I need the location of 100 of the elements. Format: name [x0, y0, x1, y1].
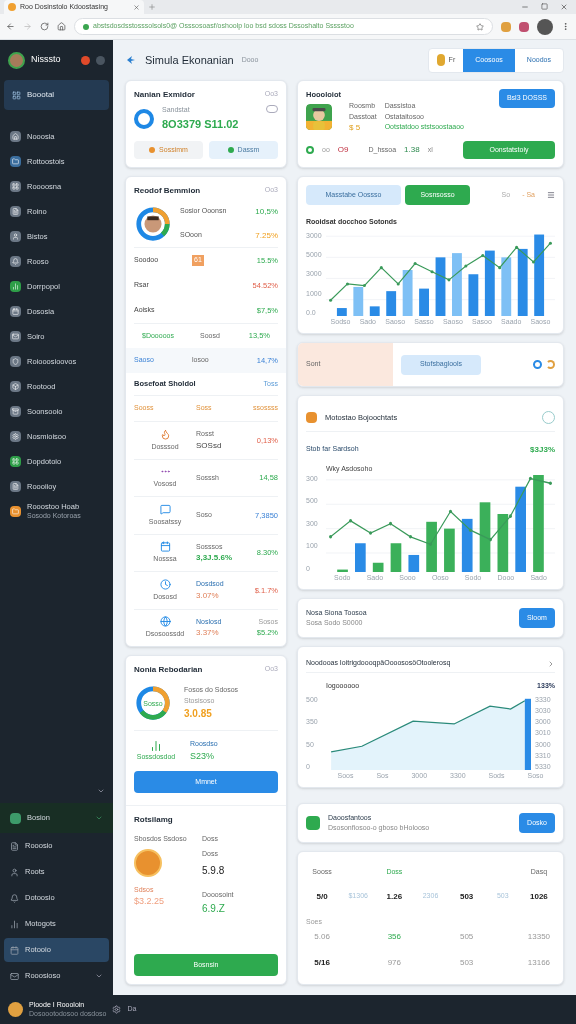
chart-bar [479, 501, 491, 572]
reload-icon[interactable] [40, 22, 49, 31]
settings-icon[interactable] [112, 1005, 122, 1014]
table-cell-text: 5/0 [315, 891, 329, 904]
table-cell-text: 1026 [529, 891, 549, 904]
stat-value: 7.25% [255, 230, 278, 242]
stat-value: 6.9.Z [202, 901, 226, 916]
chart-bar [497, 513, 509, 572]
chart-bar [390, 542, 402, 572]
ring-icon [134, 108, 154, 129]
chevron-icon [95, 972, 103, 980]
list-value: SOSsd [196, 439, 223, 452]
back-icon[interactable] [6, 22, 15, 31]
clock-icon [159, 578, 171, 590]
forward-icon[interactable] [23, 22, 32, 31]
balance-value: 8O3379 S11.02 [162, 116, 239, 132]
page-title: Simula Ekonanian [145, 52, 234, 68]
list-value: 3.37% [196, 627, 220, 639]
close-icon[interactable] [133, 3, 140, 11]
extension-icon[interactable] [519, 21, 529, 32]
avatar-icon[interactable] [537, 18, 553, 35]
chevron-icon[interactable] [97, 787, 105, 795]
table-cell-text: 13350 [526, 931, 552, 944]
chart-bar [468, 273, 479, 316]
donut-drawing [134, 684, 172, 722]
table-cell-text: 13166 [526, 957, 552, 969]
menu-icon[interactable] [561, 22, 570, 31]
badge-icon [134, 848, 162, 877]
card-title: Nanian Exmidor [134, 89, 195, 101]
user-icon [10, 867, 19, 877]
chart-bar [337, 569, 348, 572]
calendar-icon [10, 945, 19, 955]
stat-value: 5.9.8 [202, 864, 226, 878]
bar-chart-icon [150, 739, 162, 752]
table-cell-text: 503 [458, 891, 475, 904]
chart-bar [369, 305, 380, 316]
table-cell-text: 5/16 [313, 957, 331, 969]
stat-value: 1.38 [404, 144, 420, 156]
status-icon [96, 55, 105, 65]
file-icon [10, 841, 19, 851]
chart-bar [444, 528, 455, 572]
chart-bar [461, 518, 473, 572]
profile-text: $ 5 [349, 122, 362, 134]
flame-icon [159, 428, 171, 440]
chevron-icon [95, 814, 103, 822]
stat-value: O9 [337, 144, 349, 156]
globe-icon [159, 616, 171, 627]
chart-bar [355, 542, 366, 572]
stat-value: 10,5% [255, 206, 278, 218]
chart-bar [484, 250, 495, 316]
card-title: Rotsilamg [133, 814, 174, 826]
home-icon[interactable] [57, 22, 66, 31]
card-title: Reodof Bemmion [134, 185, 201, 197]
status-icon [306, 146, 314, 154]
chart-bar [402, 269, 413, 316]
chevron-icon[interactable] [547, 659, 555, 668]
bar-chart-icon [10, 919, 19, 929]
table-cell-text: 505 [458, 931, 475, 944]
avatar-icon [8, 51, 25, 69]
donut-drawing [134, 205, 172, 243]
chart-bar [501, 256, 512, 316]
chart-bar [353, 286, 364, 316]
avatar-icon [8, 1002, 23, 1017]
minimize-icon[interactable] [521, 3, 529, 11]
table-cell-text: 976 [386, 957, 403, 969]
favicon-icon [8, 3, 16, 11]
stat-value: 3.0.85 [184, 707, 213, 721]
chart-bar [408, 554, 420, 572]
lock-icon [83, 23, 89, 30]
extension-icon[interactable] [501, 21, 511, 32]
refresh-icon[interactable] [546, 360, 555, 369]
chart-bar [386, 290, 397, 316]
calendar-icon [159, 541, 171, 552]
table-cell-text: 356 [386, 931, 403, 944]
close-icon[interactable] [560, 3, 568, 11]
menu-icon[interactable] [547, 191, 555, 199]
table-cell-text: 1.26 [385, 891, 404, 904]
stat-value: S23% [190, 749, 216, 763]
maximize-icon[interactable] [541, 3, 548, 10]
table-cell-text: 5.06 [313, 931, 331, 944]
chart-bar [419, 288, 429, 316]
chart-bar [336, 307, 347, 316]
chat-icon [159, 503, 171, 515]
chart-bar [435, 256, 446, 316]
chart-bar [372, 562, 384, 572]
chart-bar [524, 698, 531, 770]
chart-bar [517, 248, 528, 316]
bookmark-icon[interactable] [476, 22, 484, 31]
grid-icon [12, 90, 21, 100]
flag-icon [436, 54, 445, 66]
list-value: 3,3J.5.6% [196, 552, 234, 564]
mail-icon [10, 971, 19, 981]
new-tab-icon[interactable] [148, 3, 156, 11]
stat-value: $3.2.25 [134, 895, 166, 908]
card-title: Nonia Rebodarian [134, 664, 203, 676]
bell-icon [10, 893, 19, 903]
chart-bar [426, 521, 437, 572]
list-value: 3.07% [196, 589, 220, 602]
chart-bar [452, 252, 462, 316]
sidebar-item[interactable]: Boootal [4, 80, 109, 110]
